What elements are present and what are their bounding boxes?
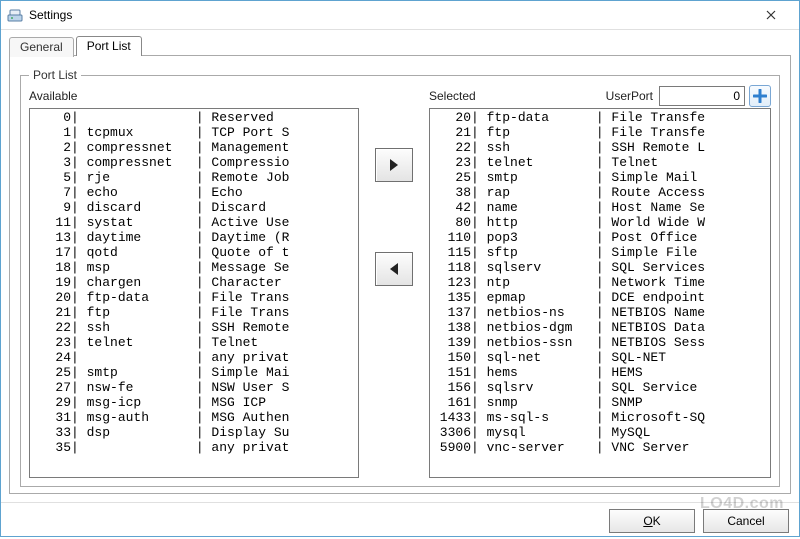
- move-left-button[interactable]: [375, 252, 413, 286]
- transfer-buttons: [359, 108, 429, 478]
- ok-button[interactable]: OK: [609, 509, 695, 533]
- available-list-content: 0| | Reserved 1| tcpmux | TCP Port S 2| …: [30, 109, 358, 456]
- available-label: Available: [29, 89, 359, 103]
- portlist-legend: Port List: [29, 68, 81, 82]
- selected-list-content: 20| ftp-data | File Transfe 21| ftp | Fi…: [430, 109, 770, 456]
- selected-scroll[interactable]: 20| ftp-data | File Transfe 21| ftp | Fi…: [430, 109, 770, 477]
- footer: OK Cancel: [1, 502, 799, 539]
- window-title: Settings: [29, 8, 749, 22]
- available-listbox[interactable]: 0| | Reserved 1| tcpmux | TCP Port S 2| …: [29, 108, 359, 478]
- tab-body: Port List Available Selected UserPort: [9, 55, 791, 494]
- lists-row: 0| | Reserved 1| tcpmux | TCP Port S 2| …: [29, 108, 771, 478]
- tabs-row: General Port List: [9, 36, 791, 56]
- selected-label: Selected: [429, 89, 569, 103]
- selected-listbox[interactable]: 20| ftp-data | File Transfe 21| ftp | Fi…: [429, 108, 771, 478]
- move-right-button[interactable]: [375, 148, 413, 182]
- titlebar: Settings: [1, 1, 799, 30]
- userport-area: UserPort: [569, 85, 771, 107]
- app-icon: [7, 7, 23, 23]
- tab-general[interactable]: General: [9, 37, 74, 57]
- portlist-fieldset: Port List Available Selected UserPort: [20, 68, 780, 487]
- tab-port-list[interactable]: Port List: [76, 36, 142, 56]
- add-userport-button[interactable]: [749, 85, 771, 107]
- userport-input[interactable]: [659, 86, 745, 106]
- close-button[interactable]: [749, 1, 793, 29]
- cancel-button[interactable]: Cancel: [703, 509, 789, 533]
- settings-window: Settings General Port List Port List Ava…: [0, 0, 800, 537]
- available-scroll[interactable]: 0| | Reserved 1| tcpmux | TCP Port S 2| …: [30, 109, 358, 477]
- headers-row: Available Selected UserPort: [29, 86, 771, 106]
- window-body: General Port List Port List Available Se…: [1, 30, 799, 502]
- userport-label: UserPort: [606, 89, 653, 103]
